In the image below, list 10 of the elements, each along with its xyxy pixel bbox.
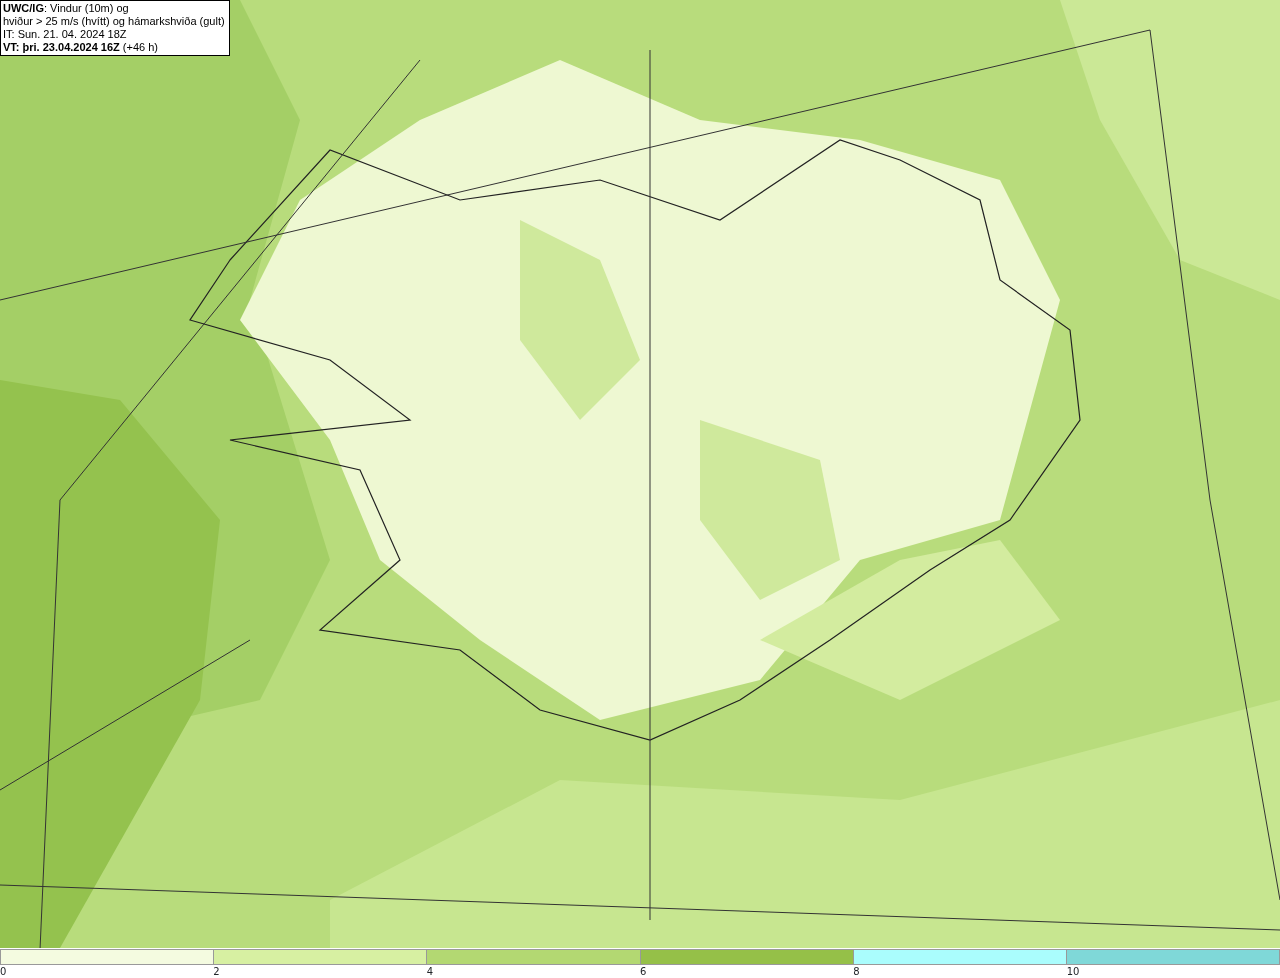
legend-tick-label: 2 <box>213 965 220 978</box>
title-line: VT: þri. 23.04.2024 16Z (+46 h) <box>3 41 159 54</box>
title-line: IT: Sun. 21. 04. 2024 18Z <box>3 28 128 41</box>
legend-tick-label: 8 <box>853 965 860 978</box>
legend-tick-label: 4 <box>426 965 434 978</box>
legend-tick-label: 6 <box>640 965 647 978</box>
legend-tick-label: 0 <box>0 965 7 978</box>
title-line: UWC/IG: Vindur (10m) og <box>3 2 130 15</box>
legend-tick-label: 10 <box>1066 965 1080 978</box>
title-line: hviður > 25 m/s (hvítt) og hámarkshviða (gult) <box>3 15 225 28</box>
